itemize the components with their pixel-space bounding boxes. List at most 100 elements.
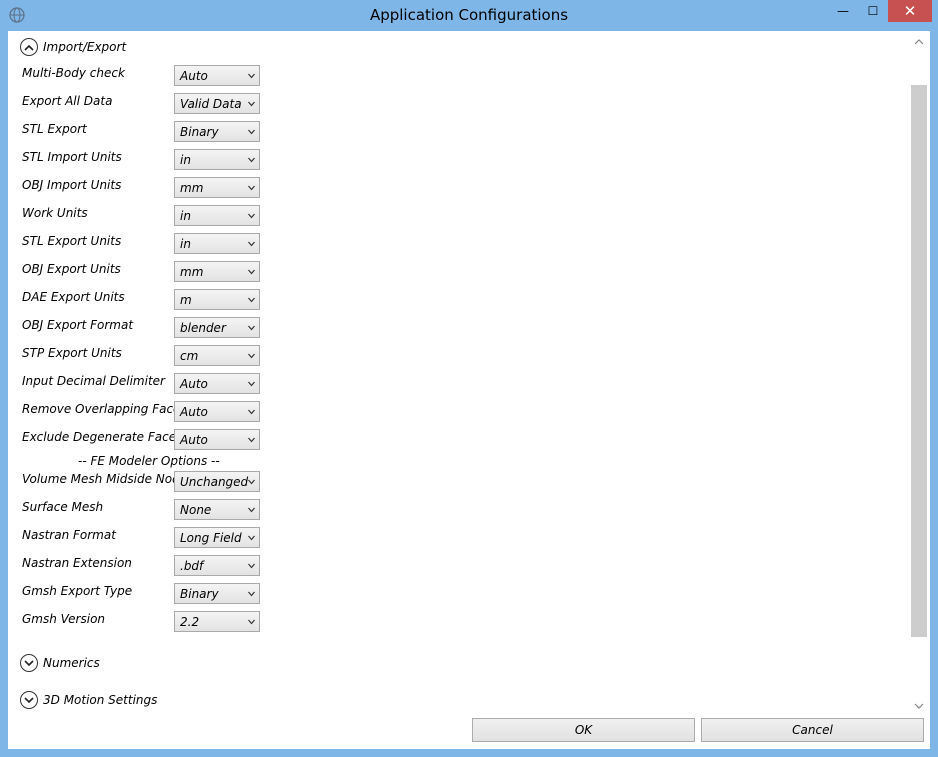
setting-label: OBJ Export Units	[22, 262, 121, 276]
dropdown-value: m	[180, 293, 192, 307]
dropdown-arrow-icon	[248, 437, 255, 443]
dropdown-arrow-icon	[248, 213, 255, 219]
section-3d-motion[interactable]: 3D Motion Settings	[20, 690, 157, 710]
dropdown-value: 2.2	[180, 615, 200, 629]
setting-dropdown[interactable]: .bdf	[174, 555, 260, 576]
window-title: Application Configurations	[369, 6, 569, 24]
dropdown-arrow-icon	[248, 619, 255, 625]
dropdown-arrow-icon	[248, 479, 255, 485]
setting-dropdown[interactable]: Unchanged	[174, 471, 260, 492]
setting-label: Nastran Extension	[22, 556, 132, 570]
setting-dropdown[interactable]: in	[174, 205, 260, 226]
dropdown-value: Valid Data	[180, 97, 242, 111]
setting-dropdown[interactable]: in	[174, 233, 260, 254]
fe-modeler-options-label: -- FE Modeler Options --	[78, 454, 220, 468]
dropdown-value: cm	[180, 349, 199, 363]
setting-label: Volume Mesh Midside Nodes	[22, 472, 194, 486]
section-import-export[interactable]: Import/Export	[20, 37, 126, 57]
setting-label: STL Export Units	[22, 234, 122, 248]
setting-label: Surface Mesh	[22, 500, 104, 514]
cancel-button[interactable]: Cancel	[701, 718, 924, 742]
setting-dropdown[interactable]: in	[174, 149, 260, 170]
dropdown-value: Auto	[180, 405, 208, 419]
dropdown-value: Auto	[180, 433, 208, 447]
dropdown-arrow-icon	[248, 73, 255, 79]
dropdown-value: .bdf	[180, 559, 204, 573]
setting-dropdown[interactable]: Auto	[174, 401, 260, 422]
setting-dropdown[interactable]: blender	[174, 317, 260, 338]
setting-dropdown[interactable]: Auto	[174, 429, 260, 450]
vertical-scrollbar[interactable]	[910, 31, 928, 715]
section-numerics[interactable]: Numerics	[20, 653, 100, 673]
dropdown-arrow-icon	[248, 381, 255, 387]
dropdown-arrow-icon	[248, 185, 255, 191]
chevron-up-circle-icon[interactable]	[20, 38, 38, 56]
setting-label: STP Export Units	[22, 346, 122, 360]
dropdown-arrow-icon	[248, 353, 255, 359]
section-label: Import/Export	[43, 40, 127, 54]
setting-dropdown[interactable]: m	[174, 289, 260, 310]
dropdown-arrow-icon	[248, 241, 255, 247]
maximize-button[interactable]: ☐	[858, 0, 888, 22]
setting-label: Remove Overlapping Facets	[22, 402, 192, 416]
dropdown-arrow-icon	[248, 563, 255, 569]
setting-label: STL Import Units	[22, 150, 122, 164]
setting-dropdown[interactable]: Long Field	[174, 527, 260, 548]
setting-label: Work Units	[22, 206, 88, 220]
setting-label: Multi-Body check	[22, 66, 125, 80]
section-label: 3D Motion Settings	[43, 693, 158, 707]
setting-label: Export All Data	[22, 94, 113, 108]
setting-dropdown[interactable]: Binary	[174, 583, 260, 604]
setting-label: Exclude Degenerate Facets	[22, 430, 188, 444]
dropdown-arrow-icon	[248, 129, 255, 135]
chevron-down-circle-icon[interactable]	[20, 691, 38, 709]
dropdown-value: in	[180, 209, 191, 223]
setting-label: Gmsh Export Type	[22, 584, 133, 598]
dropdown-arrow-icon	[248, 535, 255, 541]
dropdown-value: in	[180, 237, 191, 251]
setting-label: OBJ Export Format	[22, 318, 134, 332]
setting-dropdown[interactable]: Valid Data	[174, 93, 260, 114]
dropdown-arrow-icon	[248, 325, 255, 331]
dropdown-value: Binary	[180, 587, 219, 601]
close-button[interactable]: ✕	[888, 0, 932, 22]
dropdown-value: None	[180, 503, 212, 517]
title-bar[interactable]: Application Configurations — ☐ ✕	[0, 0, 938, 30]
setting-label: Gmsh Version	[22, 612, 106, 626]
ok-button[interactable]: OK	[472, 718, 695, 742]
setting-dropdown[interactable]: None	[174, 499, 260, 520]
dropdown-value: mm	[180, 265, 204, 279]
setting-dropdown[interactable]: Binary	[174, 121, 260, 142]
dropdown-arrow-icon	[248, 297, 255, 303]
dropdown-value: Unchanged	[180, 475, 249, 489]
setting-label: Input Decimal Delimiter	[22, 374, 165, 388]
setting-dropdown[interactable]: Auto	[174, 65, 260, 86]
setting-dropdown[interactable]: 2.2	[174, 611, 260, 632]
minimize-button[interactable]: —	[828, 0, 858, 22]
setting-label: Nastran Format	[22, 528, 116, 542]
settings-panel: Import/Export Multi-Body check Auto Export…	[8, 31, 930, 749]
chevron-down-circle-icon[interactable]	[20, 654, 38, 672]
dropdown-value: Auto	[180, 69, 208, 83]
dropdown-arrow-icon	[248, 101, 255, 107]
dropdown-value: in	[180, 153, 191, 167]
dropdown-arrow-icon	[248, 591, 255, 597]
setting-label: DAE Export Units	[22, 290, 125, 304]
setting-dropdown[interactable]: cm	[174, 345, 260, 366]
dropdown-value: Auto	[180, 377, 208, 391]
dropdown-value: Binary	[180, 125, 219, 139]
scrollbar-thumb[interactable]	[911, 85, 927, 637]
scroll-down-arrow-icon[interactable]	[910, 699, 928, 713]
scroll-up-arrow-icon[interactable]	[910, 35, 928, 49]
app-window: Application Configurations — ☐ ✕ Import/…	[0, 0, 938, 757]
dropdown-value: mm	[180, 181, 204, 195]
setting-dropdown[interactable]: Auto	[174, 373, 260, 394]
dropdown-arrow-icon	[248, 507, 255, 513]
setting-label: STL Export	[22, 122, 87, 136]
dropdown-value: blender	[180, 321, 226, 335]
section-label: Numerics	[43, 656, 100, 670]
dropdown-arrow-icon	[248, 157, 255, 163]
setting-dropdown[interactable]: mm	[174, 261, 260, 282]
dropdown-arrow-icon	[248, 269, 255, 275]
setting-dropdown[interactable]: mm	[174, 177, 260, 198]
